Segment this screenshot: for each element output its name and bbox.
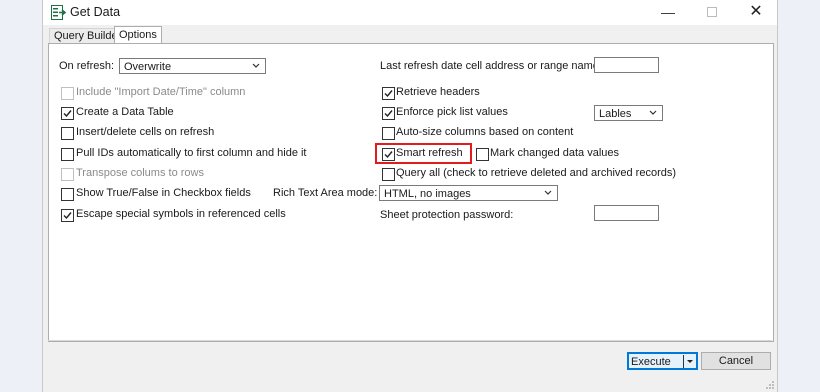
last-refresh-input[interactable]	[594, 57, 659, 73]
checkmark-icon	[384, 90, 393, 98]
chevron-down-icon[interactable]	[686, 354, 694, 368]
enforce-picklist-checkbox[interactable]	[382, 107, 395, 120]
on-refresh-label: On refresh:	[59, 60, 115, 72]
last-refresh-label: Last refresh date cell address or range …	[380, 60, 602, 72]
insert-delete-cells-checkbox[interactable]	[61, 127, 74, 140]
options-panel: On refresh: Overwrite Include "Import Da…	[48, 43, 774, 342]
retrieve-headers-checkbox[interactable]	[382, 87, 395, 100]
mark-changed-checkbox[interactable]	[476, 148, 489, 161]
maximize-button[interactable]	[699, 3, 725, 21]
escape-symbols-checkbox[interactable]	[61, 209, 74, 222]
picklist-mode-value: Lables	[599, 108, 632, 120]
close-button[interactable]: ✕	[743, 3, 769, 21]
cancel-button[interactable]: Cancel	[701, 352, 771, 370]
cancel-label: Cancel	[718, 355, 754, 367]
minimize-button[interactable]: —	[655, 3, 681, 21]
rich-text-mode-label: Rich Text Area mode:	[273, 187, 378, 199]
window-title: Get Data	[70, 5, 121, 19]
tab-options[interactable]: Options	[114, 26, 162, 44]
sheet-password-input[interactable]	[594, 205, 659, 221]
execute-button[interactable]: Execute	[627, 352, 698, 370]
show-true-false-label: Show True/False in Checkbox fields	[76, 187, 251, 199]
footer-divider	[48, 340, 772, 341]
autosize-columns-label: Auto-size columns based on content	[396, 126, 574, 138]
get-data-dialog: Get Data — ✕ Query Builder Options On re…	[42, 0, 778, 392]
checkmark-icon	[63, 212, 72, 220]
autosize-columns-checkbox[interactable]	[382, 127, 395, 140]
create-data-table-checkbox[interactable]	[61, 107, 74, 120]
picklist-mode-select[interactable]: Lables	[594, 105, 663, 121]
pull-ids-label: Pull IDs automatically to first column a…	[76, 147, 307, 159]
chevron-down-icon	[544, 190, 552, 195]
execute-label: Execute	[631, 356, 671, 368]
resize-grip-icon[interactable]	[765, 380, 775, 390]
show-true-false-checkbox[interactable]	[61, 188, 74, 201]
on-refresh-value: Overwrite	[124, 61, 172, 73]
transpose-checkbox[interactable]	[61, 168, 74, 181]
rich-text-mode-value: HTML, no images	[384, 188, 471, 200]
chevron-down-icon	[649, 110, 657, 115]
transpose-label: Transpose colums to rows	[76, 167, 204, 179]
checkmark-icon	[384, 151, 393, 159]
include-import-datetime-checkbox[interactable]	[61, 87, 74, 100]
checkmark-icon	[384, 110, 393, 118]
chevron-down-icon	[252, 63, 260, 68]
smart-refresh-label: Smart refresh	[396, 147, 463, 159]
enforce-picklist-label: Enforce pick list values	[396, 106, 508, 118]
create-data-table-label: Create a Data Table	[76, 106, 174, 118]
query-all-checkbox[interactable]	[382, 168, 395, 181]
mark-changed-label: Mark changed data values	[490, 147, 620, 159]
checkmark-icon	[63, 110, 72, 118]
excel-get-data-icon	[51, 5, 67, 20]
on-refresh-select[interactable]: Overwrite	[119, 58, 266, 74]
include-import-datetime-label: Include "Import Date/Time" column	[76, 86, 246, 98]
maximize-icon	[707, 7, 717, 17]
title-bar: Get Data — ✕	[43, 0, 777, 25]
pull-ids-checkbox[interactable]	[61, 148, 74, 161]
smart-refresh-checkbox[interactable]	[382, 148, 395, 161]
escape-symbols-label: Escape special symbols in referenced cel…	[76, 208, 286, 220]
retrieve-headers-label: Retrieve headers	[396, 86, 480, 98]
query-all-label: Query all (check to retrieve deleted and…	[396, 167, 677, 179]
rich-text-mode-select[interactable]: HTML, no images	[379, 185, 558, 201]
split-divider	[683, 355, 684, 368]
sheet-password-label: Sheet protection password:	[380, 209, 514, 221]
insert-delete-cells-label: Insert/delete cells on refresh	[76, 126, 215, 138]
